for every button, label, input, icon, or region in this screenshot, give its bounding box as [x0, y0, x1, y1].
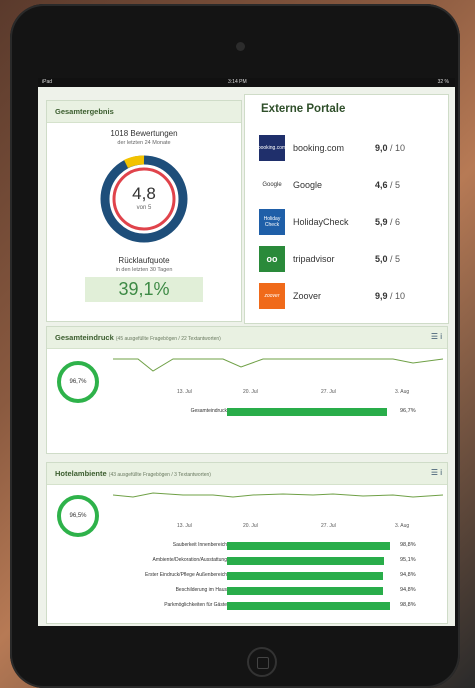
metric-bar: [227, 557, 384, 565]
portal-score: 5,0 / 5: [375, 254, 401, 264]
holidaycheck-logo: Holiday Check: [259, 209, 285, 235]
ambience-panel: Hotelambiente (43 ausgefüllte Fragebögen…: [46, 462, 448, 624]
axis-label: 27. Jul: [321, 523, 336, 529]
metric-row: Erster Eindruck/Pflege Außenbereich 94,8%: [47, 571, 447, 581]
zoover-logo: zoover: [259, 283, 285, 309]
score-of: von 5: [136, 205, 152, 211]
score-value: 4,8: [132, 184, 156, 203]
metric-row: Ambiente/Dekoration/Ausstattung 95,1%: [47, 556, 447, 566]
metric-label: Sauberkeit Innenbereich: [172, 542, 227, 548]
return-value: 39,1%: [85, 277, 203, 302]
panel-actions: ☰ i: [431, 468, 442, 477]
metric-row: Gesamteindruck 96,7%: [47, 407, 447, 417]
portal-score: 5,9 / 6: [375, 217, 401, 227]
booking-logo: booking.com: [258, 135, 286, 161]
external-panel: Externe Portale booking.com booking.com …: [244, 94, 449, 324]
status-bar: iPad 3:14 PM 32 %: [38, 78, 455, 87]
metric-row: Sauberkeit Innenbereich 98,8%: [47, 541, 447, 551]
axis-label: 3. Aug: [395, 389, 410, 395]
metric-bar: [227, 572, 384, 580]
metric-bar: [227, 408, 387, 416]
metric-label: Beschilderung im Haus: [175, 587, 227, 593]
return-label: Rücklaufquote: [118, 256, 170, 265]
impression-circle: 96,7%: [57, 361, 99, 403]
axis-label: 13. Jul: [177, 523, 192, 529]
portal-booking[interactable]: booking.com booking.com 9,0 / 10: [258, 135, 419, 161]
impression-panel: Gesamteindruck (45 ausgefüllte Frageböge…: [46, 326, 448, 454]
tripadvisor-logo: oo: [259, 246, 285, 272]
portal-google[interactable]: Google Google 4,6 / 5: [259, 172, 419, 198]
portal-name: tripadvisor: [293, 254, 335, 264]
camera-icon: [236, 42, 245, 51]
portal-name: Google: [293, 180, 323, 190]
google-logo: Google: [259, 172, 285, 198]
return-period: in den letzten 30 Tagen: [115, 267, 173, 273]
home-button[interactable]: [247, 647, 277, 677]
impression-trend-line: [113, 358, 444, 372]
portal-score: 9,0 / 10: [375, 143, 406, 153]
portal-name: booking.com: [293, 143, 345, 153]
metric-label: Ambiente/Dekoration/Ausstattung: [152, 557, 228, 563]
battery: 32 %: [437, 79, 449, 85]
portal-name: HolidayCheck: [293, 217, 349, 227]
review-count: 1018 Bewertungen: [110, 129, 178, 138]
ambience-circle: 96,5%: [57, 495, 99, 537]
portal-score: 4,6 / 5: [375, 180, 401, 190]
metric-value: 95,1%: [400, 557, 416, 563]
ambience-trend-line: [113, 492, 444, 498]
metric-row: Beschilderung im Haus 94,8%: [47, 586, 447, 596]
device-label: iPad: [42, 79, 53, 85]
axis-label: 20. Jul: [243, 389, 258, 395]
screen: iPad 3:14 PM 32 % Gesamtergebnis 1018 Be…: [38, 78, 455, 626]
info-icon[interactable]: i: [440, 332, 442, 341]
metric-value: 98,8%: [400, 602, 416, 608]
axis-label: 3. Aug: [395, 523, 410, 529]
list-icon[interactable]: ☰: [431, 332, 438, 341]
info-icon[interactable]: i: [440, 468, 442, 477]
metric-label: Gesamteindruck: [190, 408, 227, 414]
score-donut: 4,8 von 5: [99, 154, 189, 244]
metric-row: Parkmöglichkeiten für Gäste 98,8%: [47, 601, 447, 611]
overall-panel: Gesamtergebnis 1018 Bewertungen der letz…: [46, 100, 242, 322]
metric-bar: [227, 602, 390, 610]
axis-label: 27. Jul: [321, 389, 336, 395]
metric-value: 94,8%: [400, 587, 416, 593]
portal-zoover[interactable]: zoover Zoover 9,9 / 10: [259, 283, 419, 309]
metric-value: 94,8%: [400, 572, 416, 578]
clock: 3:14 PM: [228, 79, 247, 85]
impression-title: Gesamteindruck (45 ausgefüllte Frageböge…: [47, 327, 447, 349]
metric-bar: [227, 587, 384, 595]
axis-label: 13. Jul: [177, 389, 192, 395]
metric-label: Parkmöglichkeiten für Gäste: [164, 602, 227, 608]
metric-value: 98,8%: [400, 542, 416, 548]
overall-title: Gesamtergebnis: [47, 101, 241, 123]
axis-label: 20. Jul: [243, 523, 258, 529]
portal-holidaycheck[interactable]: Holiday Check HolidayCheck 5,9 / 6: [259, 209, 419, 235]
external-title: Externe Portale: [261, 103, 346, 115]
review-period: der letzten 24 Monate: [117, 140, 171, 146]
ambience-title: Hotelambiente (43 ausgefüllte Fragebögen…: [47, 463, 447, 485]
metric-value: 96,7%: [400, 408, 416, 414]
portal-tripadvisor[interactable]: oo tripadvisor 5,0 / 5: [259, 246, 419, 272]
panel-actions: ☰ i: [431, 332, 442, 341]
metric-label: Erster Eindruck/Pflege Außenbereich: [145, 572, 227, 578]
metric-bar: [227, 542, 390, 550]
list-icon[interactable]: ☰: [431, 468, 438, 477]
portal-name: Zoover: [293, 291, 322, 301]
portal-score: 9,9 / 10: [375, 291, 406, 301]
